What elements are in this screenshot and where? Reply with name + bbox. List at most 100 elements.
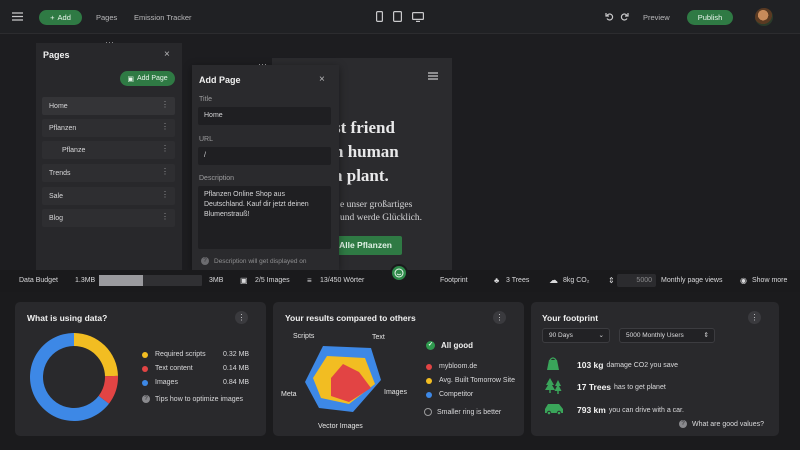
budget-used: 1.3MB (75, 277, 96, 284)
project-name[interactable]: Emission Tracker (134, 13, 192, 22)
co2-bag-icon (547, 357, 559, 370)
legend-dot (426, 391, 432, 398)
more-icon[interactable]: ⋮ (161, 122, 169, 131)
images-count: 2/5 Images (255, 277, 290, 284)
help-icon: ? (201, 257, 209, 265)
data-budget-label: Data Budget (19, 277, 58, 284)
legend-dot (426, 363, 432, 370)
axis-meta: Meta (281, 391, 297, 398)
page-item-trends[interactable]: Trends ⋮ (42, 164, 175, 182)
axis-images: Images (384, 389, 407, 396)
eye-icon[interactable]: ◉ (740, 276, 747, 285)
page-views-label: Monthly page views (661, 277, 723, 284)
footprint-trees-row: 17 Trees has to get planet (577, 382, 666, 392)
hero-heading: st friend n human a plant. (334, 118, 399, 185)
legend-required-scripts: Required scripts 0.32 MB (142, 351, 249, 358)
data-usage-card: What is using data? ⋮ Required scripts 0… (15, 302, 266, 436)
legend-dot (142, 351, 148, 358)
legend-average: Avg. Built Tomorrow Site (426, 377, 515, 384)
eco-status-badge[interactable] (390, 264, 408, 282)
footprint-co2-row: 103 kg damage CO2 you save (577, 360, 679, 370)
users-select[interactable]: 5000 Monthly Users ⇕ (619, 328, 715, 343)
preview-button[interactable]: Preview (643, 13, 670, 22)
url-label: URL (199, 136, 214, 143)
sort-icon[interactable]: ⇕ (608, 276, 615, 285)
more-icon[interactable]: ⋮ (161, 212, 169, 221)
image-icon: ▣ (240, 276, 248, 285)
legend-images: Images 0.84 MB (142, 379, 249, 386)
cloud-icon: ☁ (549, 275, 558, 285)
words-count: 13/450 Wörter (320, 277, 365, 284)
footprint-label: Footprint (440, 277, 468, 284)
co2-value: 8kg CO₂ (563, 277, 590, 284)
axis-vector-images: Vector Images (318, 423, 363, 430)
page-item-pflanzen[interactable]: Pflanzen ⋮ (42, 119, 175, 137)
more-icon[interactable]: ⋮ (161, 167, 169, 176)
good-values-link[interactable]: ? What are good values? (679, 420, 764, 428)
close-icon[interactable]: × (319, 74, 325, 85)
legend-competitor: Competitor (426, 391, 473, 398)
legend-dot (142, 365, 148, 372)
close-icon[interactable]: × (164, 49, 170, 60)
budget-progress (99, 275, 202, 286)
cta-button[interactable]: Alle Pflanzen (328, 236, 402, 255)
help-icon: ? (142, 395, 150, 403)
description-textarea[interactable]: Pflanzen Online Shop aus Deutschland. Ka… (198, 186, 331, 249)
period-select[interactable]: 90 Days ⌄ (542, 328, 610, 343)
more-icon[interactable]: ⋮ (493, 311, 506, 324)
footprint-car-row: 793 km you can drive with a car. (577, 405, 684, 415)
smile-icon (394, 268, 404, 278)
redo-icon[interactable] (620, 12, 629, 21)
show-more-link[interactable]: Show more (752, 277, 787, 284)
help-icon: ? (679, 420, 687, 428)
page-item-blog[interactable]: Blog ⋮ (42, 209, 175, 227)
car-icon (545, 404, 563, 416)
url-input[interactable]: / (198, 147, 331, 165)
more-icon[interactable]: ⋮ (748, 311, 761, 324)
title-input[interactable]: Home (198, 107, 331, 125)
budget-total: 3MB (209, 277, 224, 284)
add-page-button[interactable]: ▣ Add Page (120, 71, 175, 86)
trees-icon (545, 378, 562, 394)
page-views-input[interactable]: 5000 (617, 274, 656, 287)
card-title: Your footprint (542, 313, 599, 323)
card-title: Your results compared to others (285, 313, 416, 323)
tablet-view-icon[interactable] (393, 11, 402, 22)
optimize-tip-link[interactable]: ? Tips how to optimize images (142, 395, 243, 403)
legend-dot (142, 379, 148, 386)
check-icon: ✓ (426, 341, 435, 350)
avatar[interactable] (755, 8, 773, 26)
page-item-pflanze[interactable]: Pflanze ⋮ (42, 141, 175, 159)
more-icon[interactable]: ⋮ (161, 190, 169, 199)
desktop-view-icon[interactable] (412, 12, 424, 22)
legend-text-content: Text content 0.14 MB (142, 365, 249, 372)
more-icon[interactable]: ⋮ (161, 144, 169, 153)
page-item-sale[interactable]: Sale ⋮ (42, 187, 175, 205)
hamburger-icon[interactable] (428, 72, 438, 80)
more-icon[interactable]: ⋮ (161, 100, 169, 109)
add-page-icon: ▣ (127, 75, 134, 83)
more-icon[interactable]: ⋮ (235, 311, 248, 324)
title-label: Title (199, 96, 212, 103)
top-toolbar: + Add Pages Emission Tracker Preview Publ… (0, 0, 800, 34)
dialog-title: Add Page (199, 75, 241, 85)
drag-handle[interactable]: ··· (258, 59, 267, 69)
pages-menu[interactable]: Pages (96, 13, 117, 22)
add-button[interactable]: + Add (39, 10, 82, 25)
info-icon (424, 408, 432, 416)
mobile-view-icon[interactable] (376, 11, 383, 22)
page-item-home[interactable]: Home ⋮ (42, 97, 175, 115)
undo-icon[interactable] (605, 12, 614, 21)
data-usage-donut-chart (30, 333, 118, 421)
drag-handle[interactable]: ··· (105, 37, 114, 47)
hero-subtitle: e unser großartiges und werde Glücklich. (340, 200, 423, 223)
budget-progress-fill (99, 275, 144, 286)
sort-icon: ⇕ (703, 332, 709, 339)
menu-icon[interactable] (12, 12, 23, 21)
donut-slice-required-scripts (74, 333, 118, 377)
publish-button[interactable]: Publish (687, 10, 733, 25)
status-all-good: ✓ All good (426, 341, 473, 350)
text-icon: ≡ (307, 276, 312, 285)
axis-text: Text (372, 334, 385, 341)
comparison-card: Your results compared to others ⋮ Script… (273, 302, 524, 436)
